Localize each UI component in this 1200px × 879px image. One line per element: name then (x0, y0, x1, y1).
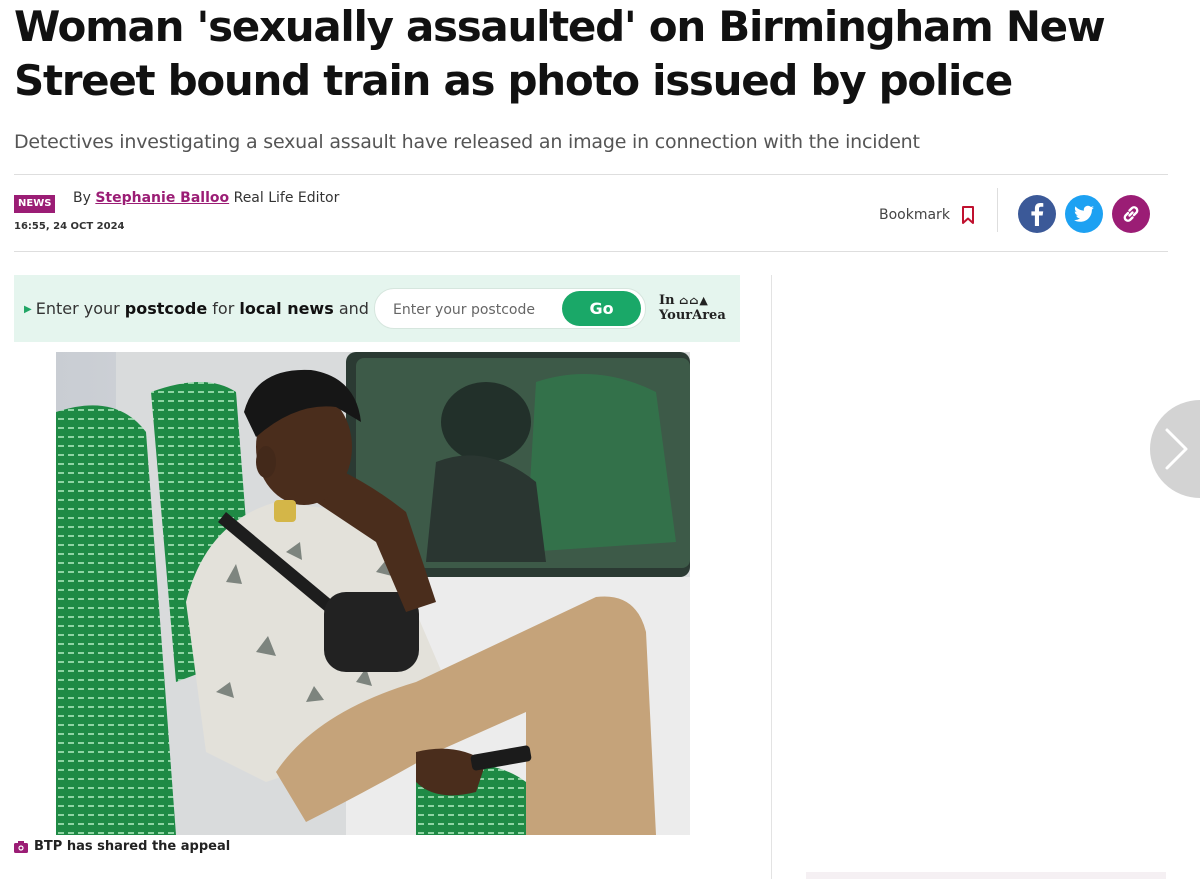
link-icon (1123, 206, 1139, 222)
house-icon: ⌂⌂▲ (679, 294, 709, 307)
article-photo[interactable] (56, 352, 690, 835)
byline: By Stephanie Balloo Real Life Editor (73, 189, 339, 207)
publish-timestamp: 16:55, 24 OCT 2024 (14, 221, 125, 232)
prompt-text: and (333, 299, 375, 318)
divider (997, 188, 998, 232)
divider (14, 174, 1168, 175)
article-standfirst: Detectives investigating a sexual assaul… (14, 131, 920, 153)
prompt-text: for (207, 299, 240, 318)
go-button[interactable]: Go (562, 291, 641, 326)
prompt-text: Enter your (35, 299, 125, 318)
prompt-text-bold: local news (239, 299, 334, 318)
article-headline: Woman 'sexually assaulted' on Birmingham… (14, 2, 1106, 105)
inyourarea-logo[interactable]: In ⌂⌂▲ YourArea (659, 293, 726, 323)
camera-icon (14, 840, 28, 853)
author-link[interactable]: Stephanie Balloo (95, 190, 229, 206)
author-role: Real Life Editor (233, 190, 340, 206)
share-twitter-button[interactable] (1065, 195, 1103, 233)
column-divider (771, 275, 772, 879)
bookmark-label: Bookmark (879, 207, 950, 223)
next-article-button[interactable] (1150, 400, 1200, 498)
postcode-widget: ▶ Enter your postcode for local news and … (14, 275, 740, 342)
ad-slot-edge (806, 872, 1166, 879)
section-badge[interactable]: NEWS (14, 195, 56, 213)
divider (14, 251, 1168, 252)
chevron-right-icon (1165, 428, 1188, 470)
share-link-button[interactable] (1112, 195, 1150, 233)
postcode-input[interactable] (391, 289, 565, 330)
postcode-field-wrap: Go (374, 288, 646, 330)
photo-caption: BTP has shared the appeal (14, 839, 230, 854)
share-facebook-button[interactable] (1018, 195, 1056, 233)
facebook-icon (1031, 203, 1044, 226)
logo-text: YourArea (659, 308, 726, 323)
prompt-text-bold: postcode (124, 299, 208, 318)
postcode-prompt: ▶ Enter your postcode for local news and … (24, 299, 409, 318)
logo-text: In (659, 293, 675, 308)
caption-text: BTP has shared the appeal (34, 839, 231, 854)
bookmark-button[interactable]: Bookmark (879, 205, 976, 225)
arrow-right-icon: ▶ (24, 304, 32, 315)
twitter-icon (1073, 205, 1094, 222)
byline-prefix: By (73, 190, 91, 206)
bookmark-icon (961, 206, 974, 224)
